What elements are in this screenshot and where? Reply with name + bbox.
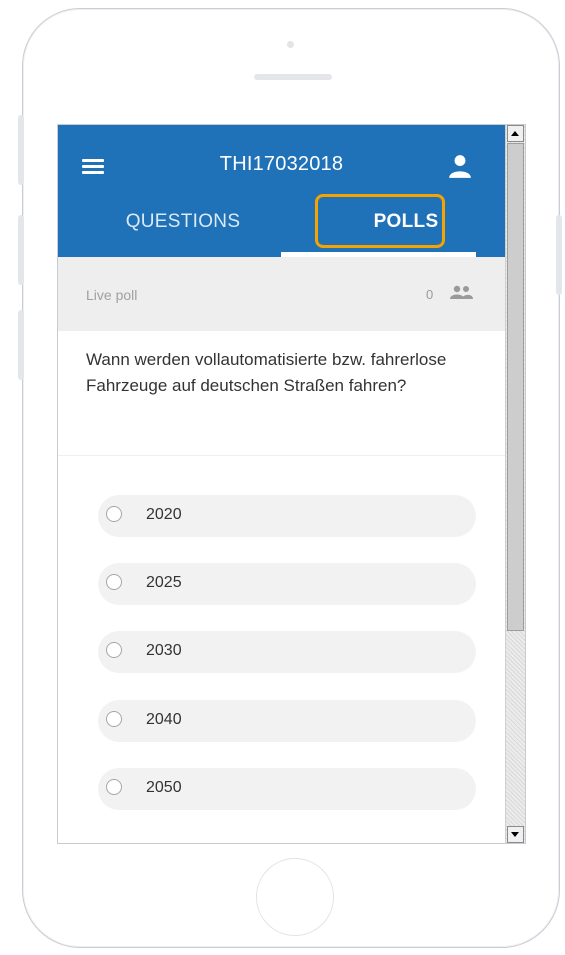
poll-option-label: 2025	[146, 574, 182, 591]
radio-button[interactable]	[106, 506, 122, 522]
divider	[58, 455, 505, 456]
radio-button[interactable]	[106, 779, 122, 795]
participant-count: 0	[426, 287, 434, 302]
poll-question: Wann werden vollautomatisierte bzw. fahr…	[86, 350, 447, 395]
radio-button[interactable]	[106, 574, 122, 590]
poll-option[interactable]: 2025	[98, 563, 476, 605]
app-view: THI17032018 QUESTIONS POLLS Live poll 0 …	[58, 125, 505, 843]
phone-camera	[287, 41, 294, 48]
phone-side-button	[556, 215, 562, 295]
polls-tab-highlight	[315, 194, 445, 248]
vertical-scrollbar[interactable]	[505, 125, 525, 843]
user-icon[interactable]	[447, 153, 473, 179]
poll-option[interactable]: 2050	[98, 768, 476, 810]
scroll-thumb[interactable]	[507, 143, 524, 631]
scroll-up-arrow[interactable]	[507, 125, 524, 142]
phone-side-button	[18, 115, 24, 185]
phone-home-button	[256, 858, 334, 936]
live-poll-label: Live poll	[86, 287, 138, 303]
radio-button[interactable]	[106, 642, 122, 658]
phone-speaker	[254, 74, 332, 80]
poll-option-label: 2050	[146, 779, 182, 796]
poll-option[interactable]: 2040	[98, 700, 476, 742]
people-icon	[450, 285, 473, 299]
session-title: THI17032018	[219, 153, 344, 175]
radio-button[interactable]	[106, 711, 122, 727]
app-bar: THI17032018 QUESTIONS POLLS	[58, 125, 505, 257]
poll-option-label: 2030	[146, 642, 182, 659]
tab-questions[interactable]: QUESTIONS	[98, 211, 268, 245]
phone-side-button	[18, 215, 24, 285]
poll-option-label: 2040	[146, 711, 182, 728]
phone-screen: THI17032018 QUESTIONS POLLS Live poll 0 …	[57, 124, 526, 844]
poll-option-label: 2020	[146, 506, 182, 523]
poll-option[interactable]: 2030	[98, 631, 476, 673]
poll-option[interactable]: 2020	[98, 495, 476, 537]
phone-side-button	[18, 310, 24, 380]
scroll-down-arrow[interactable]	[507, 826, 524, 843]
